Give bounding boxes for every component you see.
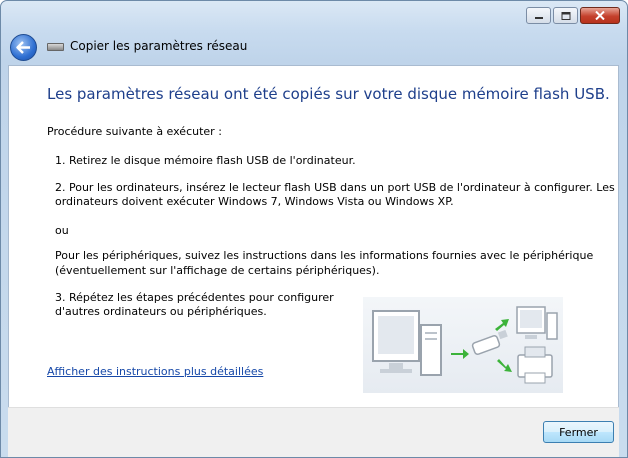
close-button[interactable]: Fermer — [543, 421, 614, 443]
title-bar — [1, 1, 627, 31]
more-details-link[interactable]: Afficher des instructions plus détaillée… — [47, 365, 263, 378]
wizard-title: Copier les paramètres réseau — [70, 39, 248, 53]
usb-transfer-illustration — [363, 297, 563, 393]
step-2-line-2: ordinateurs doivent exécuter Windows 7, … — [55, 195, 454, 208]
back-arrow-icon — [16, 41, 30, 54]
computer-icon — [516, 306, 558, 340]
step-1-text: 1. Retirez le disque mémoire flash USB d… — [55, 154, 356, 167]
wizard-window: Copier les paramètres réseau Les paramèt… — [0, 0, 628, 458]
step-3-line-1: 3. Répétez les étapes précédentes pour c… — [55, 291, 334, 304]
arrow-icon — [495, 319, 509, 331]
minimize-button[interactable] — [526, 7, 551, 24]
devices-line-2: (éventuellement sur l'affichage de certa… — [55, 264, 380, 277]
maximize-button[interactable] — [553, 7, 578, 24]
caption-buttons — [524, 7, 620, 24]
procedure-label: Procédure suivante à exécuter : — [47, 125, 222, 138]
page-heading: Les paramètres réseau ont été copiés sur… — [47, 85, 610, 103]
printer-icon — [517, 346, 553, 384]
back-button[interactable] — [10, 34, 37, 61]
footer-bar: Fermer — [8, 407, 619, 457]
step-3-line-2: d'autres ordinateurs ou périphériques. — [55, 305, 267, 318]
devices-line-1: Pour les périphériques, suivez les instr… — [55, 249, 594, 262]
arrow-icon — [497, 359, 512, 372]
step-2-line-1: 2. Pour les ordinateurs, insérez le lect… — [55, 181, 615, 194]
content-panel: Les paramètres réseau ont été copiés sur… — [8, 65, 619, 407]
arrow-icon — [451, 349, 469, 359]
or-label: ou — [55, 224, 69, 237]
maximize-icon — [561, 11, 570, 20]
navigation-row: Copier les paramètres réseau — [1, 31, 627, 65]
usb-drive-icon — [471, 329, 508, 355]
close-window-button[interactable] — [580, 7, 620, 24]
close-icon — [595, 11, 605, 20]
computer-icon — [372, 310, 442, 376]
network-wizard-icon — [47, 43, 64, 51]
minimize-icon — [534, 16, 543, 19]
